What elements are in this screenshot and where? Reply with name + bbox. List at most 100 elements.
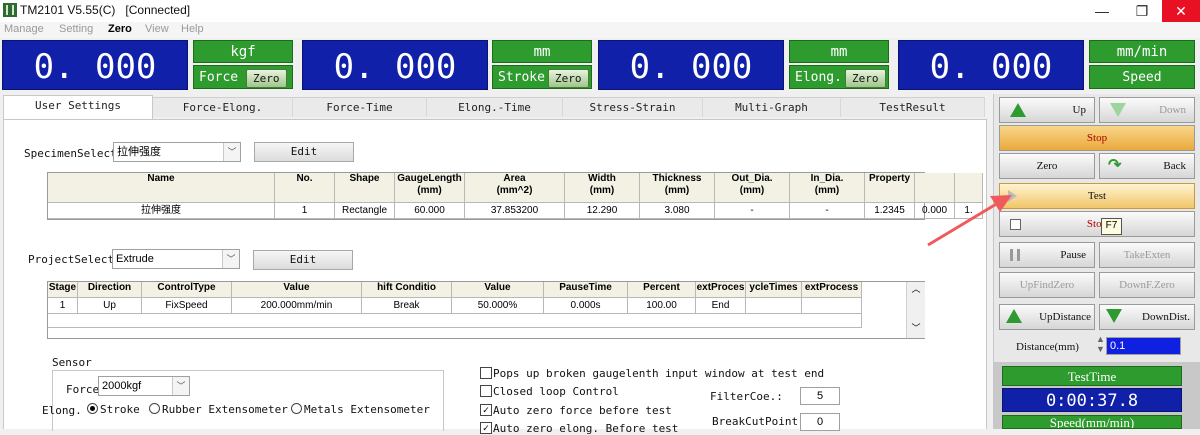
- specimen-header-cell: Thickness (mm): [640, 173, 715, 203]
- specimen-row-cell[interactable]: 3.080: [640, 203, 715, 219]
- specimen-edit-button[interactable]: Edit: [254, 142, 354, 162]
- specimen-row-cell[interactable]: 拉伸强度: [48, 203, 275, 219]
- filter-coe-input[interactable]: 5: [800, 387, 840, 405]
- stop-button[interactable]: Stop: [999, 125, 1195, 151]
- project-row-cell[interactable]: FixSpeed: [142, 298, 232, 314]
- tab-user-settings[interactable]: User Settings: [3, 95, 153, 119]
- elong-zero-button[interactable]: Zero: [845, 69, 886, 88]
- close-button[interactable]: ✕: [1162, 0, 1200, 22]
- pause-button[interactable]: Pause: [999, 242, 1095, 268]
- project-scrollbar[interactable]: ︿ ﹀: [906, 282, 925, 338]
- readout-row: 0. 000 kgf Force Zero 0. 000 mm Stroke Z…: [0, 40, 1200, 92]
- project-header-cell: Percent: [628, 282, 696, 298]
- specimen-row-cell[interactable]: 1: [275, 203, 335, 219]
- title-bar: TM2101 V5.55(C) [Connected] — ❐ ✕: [0, 0, 1200, 22]
- tab-elong-time[interactable]: Elong.-Time: [427, 97, 563, 117]
- chevron-down-icon: ﹀: [172, 377, 189, 395]
- force-sensor-select[interactable]: 2000kgf ﹀: [98, 376, 190, 396]
- zero-button[interactable]: Zero: [999, 153, 1095, 179]
- arrow-up-icon: [1006, 309, 1022, 323]
- stroke-zero-button[interactable]: Zero: [548, 69, 589, 88]
- specimen-row-cell[interactable]: 12.290: [565, 203, 640, 219]
- menu-help[interactable]: Help: [181, 23, 204, 35]
- specimen-header-cell: Area (mm^2): [465, 173, 565, 203]
- checkbox-closed-loop[interactable]: [480, 385, 492, 397]
- tab-force-elong[interactable]: Force-Elong.: [153, 97, 293, 117]
- menu-setting[interactable]: Setting: [59, 23, 93, 35]
- project-row-cell[interactable]: [746, 298, 802, 314]
- project-header-cell: Stage: [48, 282, 78, 298]
- scroll-up-icon[interactable]: ︿: [907, 282, 925, 295]
- break-cut-point-input[interactable]: 0: [800, 413, 840, 431]
- specimen-row-cell[interactable]: Rectangle: [335, 203, 395, 219]
- project-row-cell[interactable]: End: [696, 298, 746, 314]
- specimen-row-cell[interactable]: 1.: [955, 203, 983, 219]
- pause-icon: [1010, 249, 1020, 261]
- restore-button[interactable]: ❐: [1122, 0, 1162, 22]
- menu-manage[interactable]: Manage: [4, 23, 44, 35]
- specimen-header-cell: [915, 173, 955, 203]
- project-row-cell[interactable]: 1: [48, 298, 78, 314]
- down-distance-button[interactable]: DownDist.: [1099, 304, 1195, 330]
- project-row-cell[interactable]: 50.000%: [452, 298, 544, 314]
- down-button[interactable]: Down: [1099, 97, 1195, 123]
- speed-unit: mm/min: [1089, 40, 1195, 63]
- project-select[interactable]: Extrude ﹀: [112, 249, 240, 269]
- radio-metals-extensometer[interactable]: Metals Extensometer: [291, 403, 430, 416]
- specimen-row-cell[interactable]: -: [715, 203, 790, 219]
- specimen-header-cell: GaugeLength (mm): [395, 173, 465, 203]
- test-button[interactable]: Test: [999, 183, 1195, 209]
- scroll-down-icon[interactable]: ﹀: [907, 321, 925, 334]
- radio-stroke[interactable]: Stroke: [87, 403, 140, 416]
- up-find-zero-button[interactable]: UpFindZero: [999, 272, 1095, 298]
- project-row-cell[interactable]: 100.00: [628, 298, 696, 314]
- menu-zero[interactable]: Zero: [108, 23, 132, 35]
- speed-unit-box: mm/min Speed: [1089, 40, 1195, 90]
- specimen-row-cell[interactable]: 0.000: [915, 203, 955, 219]
- take-exten-button[interactable]: TakeExten: [1099, 242, 1195, 268]
- specimen-row-cell[interactable]: 60.000: [395, 203, 465, 219]
- force-zero-button[interactable]: Zero: [246, 69, 287, 88]
- project-header-cell: extProces: [696, 282, 746, 298]
- specimen-select[interactable]: 拉伸强度 ﹀: [113, 142, 241, 162]
- spin-arrows-icon[interactable]: ▲ ▼: [1096, 334, 1105, 354]
- project-row-cell[interactable]: 200.000mm/min: [232, 298, 362, 314]
- distance-input[interactable]: 0.1: [1106, 337, 1181, 355]
- tab-bar: User Settings Force-Elong. Force-Time El…: [0, 95, 990, 119]
- project-empty-row[interactable]: [48, 314, 862, 328]
- checkbox-popup-gaugelength[interactable]: [480, 367, 492, 379]
- tab-test-result[interactable]: TestResult: [841, 97, 985, 117]
- specimen-row-cell[interactable]: 1.2345: [865, 203, 915, 219]
- project-row-cell[interactable]: Break: [362, 298, 452, 314]
- connection-status: [Connected]: [125, 3, 191, 17]
- checkbox-auto-zero-elong[interactable]: ✓: [480, 422, 492, 434]
- project-row-cell[interactable]: [802, 298, 862, 314]
- minimize-button[interactable]: —: [1082, 0, 1122, 22]
- test-time-value: 0:00:37.8: [1002, 388, 1182, 412]
- project-row-cell[interactable]: 0.000s: [544, 298, 628, 314]
- elong-sensor-label: Elong.: [42, 404, 82, 417]
- stroke-label: Stroke Zero: [492, 65, 592, 89]
- project-edit-button[interactable]: Edit: [253, 250, 353, 270]
- control-panel: Up Down Stop Zero ↷ Back Test Stop Pause …: [993, 94, 1200, 429]
- up-button[interactable]: Up: [999, 97, 1095, 123]
- specimen-row-cell[interactable]: 37.853200: [465, 203, 565, 219]
- tab-force-time[interactable]: Force-Time: [293, 97, 427, 117]
- project-row-cell[interactable]: Up: [78, 298, 142, 314]
- stop-test-button[interactable]: Stop: [999, 211, 1195, 237]
- check-icon: ✓: [482, 405, 490, 415]
- up-distance-button[interactable]: UpDistance: [999, 304, 1095, 330]
- checkbox-auto-zero-force[interactable]: ✓: [480, 404, 492, 416]
- elong-unit-box: mm Elong. Zero: [789, 40, 889, 90]
- specimen-row-cell[interactable]: -: [790, 203, 865, 219]
- tab-multi-graph[interactable]: Multi-Graph: [703, 97, 841, 117]
- menu-view[interactable]: View: [145, 23, 169, 35]
- tab-stress-strain[interactable]: Stress-Strain: [563, 97, 703, 117]
- project-header-cell: hift Conditio: [362, 282, 452, 298]
- menu-bar: Manage Setting Zero View Help: [0, 22, 1200, 38]
- radio-rubber-extensometer[interactable]: Rubber Extensometer: [149, 403, 288, 416]
- project-header-cell: PauseTime: [544, 282, 628, 298]
- force-unit-box: kgf Force Zero: [193, 40, 293, 90]
- down-find-zero-button[interactable]: DownF.Zero: [1099, 272, 1195, 298]
- back-button[interactable]: ↷ Back: [1099, 153, 1195, 179]
